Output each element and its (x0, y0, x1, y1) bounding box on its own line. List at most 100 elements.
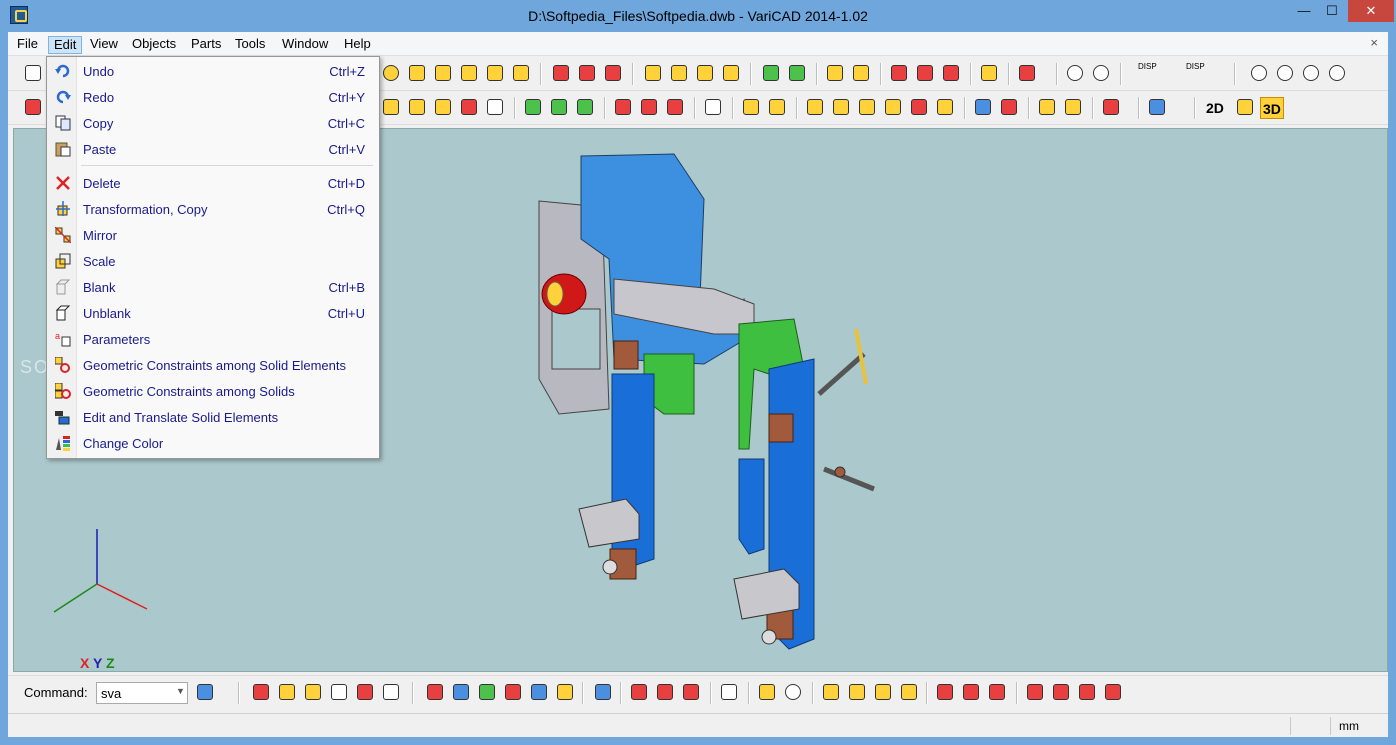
disp-2-button[interactable]: DISP (1186, 62, 1216, 84)
close-button[interactable]: ✕ (1348, 0, 1394, 22)
network-icon[interactable] (450, 681, 472, 703)
zoom-out-icon[interactable] (1274, 62, 1296, 84)
zoom-back-icon[interactable] (1300, 62, 1322, 84)
check-4-icon[interactable] (882, 96, 904, 118)
transform-toolbar-icon[interactable] (528, 681, 550, 703)
isolate-icon[interactable] (702, 96, 724, 118)
menu-item-edit-translate[interactable]: Edit and Translate Solid Elements (49, 405, 377, 429)
check-icon[interactable] (502, 681, 524, 703)
menu-item-transformation-copy[interactable]: Transformation, Copy Ctrl+Q (49, 197, 377, 221)
export-icon[interactable] (1100, 96, 1122, 118)
query-v-icon[interactable] (888, 62, 910, 84)
thread-icon[interactable] (406, 96, 428, 118)
mode-2d-button[interactable]: 2D (1204, 97, 1226, 119)
loft-icon[interactable] (694, 62, 716, 84)
check-1-icon[interactable] (804, 96, 826, 118)
tree-icon[interactable] (592, 681, 614, 703)
menu-item-scale[interactable]: Scale (49, 249, 377, 273)
kinematics-rotate-icon[interactable] (998, 96, 1020, 118)
angle-icon[interactable] (766, 96, 788, 118)
chamfer-icon[interactable] (458, 96, 480, 118)
menu-tools[interactable]: Tools (230, 36, 270, 54)
fillet-icon[interactable] (484, 96, 506, 118)
grid-blue-icon[interactable] (380, 681, 402, 703)
zoom-in-icon[interactable] (1326, 62, 1348, 84)
copy-solid-icon[interactable] (576, 62, 598, 84)
attribute-copy-icon[interactable] (664, 96, 686, 118)
mode-3d-button[interactable]: 3D (1260, 97, 1284, 119)
menu-parts[interactable]: Parts (186, 36, 226, 54)
insert-part-icon[interactable] (522, 96, 544, 118)
link-3-icon[interactable] (1076, 681, 1098, 703)
section-icon[interactable] (1036, 96, 1058, 118)
list-red-1-icon[interactable] (628, 681, 650, 703)
menu-item-change-color[interactable]: Change Color (49, 431, 377, 455)
rotate-solid-icon[interactable] (602, 62, 624, 84)
check-2-icon[interactable] (830, 96, 852, 118)
solid-cone-icon[interactable] (432, 62, 454, 84)
revolve-icon[interactable] (668, 62, 690, 84)
title-bar[interactable]: D:\Softpedia_Files\Softpedia.dwb - VariC… (0, 0, 1396, 32)
refresh-icon[interactable] (782, 681, 804, 703)
boolean-icon[interactable] (760, 62, 782, 84)
menu-item-delete[interactable]: Delete Ctrl+D (49, 171, 377, 195)
command-send-icon[interactable] (194, 681, 216, 703)
grid-red-icon[interactable] (354, 681, 376, 703)
menu-file[interactable]: File (12, 36, 43, 54)
menu-objects[interactable]: Objects (127, 36, 181, 54)
zoom-all-icon[interactable] (1248, 62, 1270, 84)
solid-tube-icon[interactable] (406, 62, 428, 84)
hole-icon[interactable] (380, 96, 402, 118)
assembly-3-icon[interactable] (986, 681, 1008, 703)
2d-3d-icon[interactable] (1234, 96, 1256, 118)
kinematics-icon[interactable] (972, 96, 994, 118)
check-6-icon[interactable] (934, 96, 956, 118)
sweep-icon[interactable] (720, 62, 742, 84)
move-up-icon[interactable] (846, 681, 868, 703)
query-j-icon[interactable] (940, 62, 962, 84)
list-red-2-icon[interactable] (654, 681, 676, 703)
move-x-icon[interactable] (872, 681, 894, 703)
insert-library-icon[interactable] (574, 96, 596, 118)
profile-icon[interactable] (642, 62, 664, 84)
menu-item-blank[interactable]: Blank Ctrl+B (49, 275, 377, 299)
query-s-icon[interactable] (914, 62, 936, 84)
chevron-down-icon[interactable]: ▼ (176, 686, 185, 696)
menu-item-mirror[interactable]: Mirror (49, 223, 377, 247)
menu-item-copy[interactable]: Copy Ctrl+C (49, 111, 377, 135)
menu-item-unblank[interactable]: Unblank Ctrl+U (49, 301, 377, 325)
link-2-icon[interactable] (1050, 681, 1072, 703)
views-icon[interactable] (1146, 96, 1168, 118)
check-5-icon[interactable] (908, 96, 930, 118)
check-3-icon[interactable] (856, 96, 878, 118)
distance-icon[interactable] (740, 96, 762, 118)
assembly-2-icon[interactable] (960, 681, 982, 703)
new-file-icon[interactable] (22, 62, 44, 84)
list-table-icon[interactable] (718, 681, 740, 703)
angle-profile-icon[interactable] (302, 681, 324, 703)
minimize-button[interactable]: — (1290, 0, 1318, 22)
list-red-3-icon[interactable] (680, 681, 702, 703)
bom-icon[interactable] (424, 681, 446, 703)
delete-toolbar-icon[interactable] (22, 96, 44, 118)
cube-view-icon[interactable] (1016, 62, 1038, 84)
mdi-close-icon[interactable]: × (1370, 35, 1378, 50)
swap-icon[interactable] (756, 681, 778, 703)
attribute-edit-icon[interactable] (638, 96, 660, 118)
section-2-icon[interactable] (1062, 96, 1084, 118)
link-1-icon[interactable] (1024, 681, 1046, 703)
pipe-icon[interactable] (328, 681, 350, 703)
attribute-icon[interactable] (612, 96, 634, 118)
menu-item-undo[interactable]: Undo Ctrl+Z (49, 59, 377, 83)
insert-assembly-icon[interactable] (548, 96, 570, 118)
menu-item-constraints-elements[interactable]: Geometric Constraints among Solid Elemen… (49, 353, 377, 377)
explode-icon[interactable] (824, 62, 846, 84)
menu-edit[interactable]: Edit (48, 36, 83, 54)
color-drop-icon[interactable] (554, 681, 576, 703)
menu-item-redo[interactable]: Redo Ctrl+Y (49, 85, 377, 109)
pencil-icon[interactable] (978, 62, 1000, 84)
box-icon[interactable] (250, 681, 272, 703)
menu-view[interactable]: View (85, 36, 123, 54)
menu-item-constraints-solids[interactable]: Geometric Constraints among Solids (49, 379, 377, 403)
link-4-icon[interactable] (1102, 681, 1124, 703)
